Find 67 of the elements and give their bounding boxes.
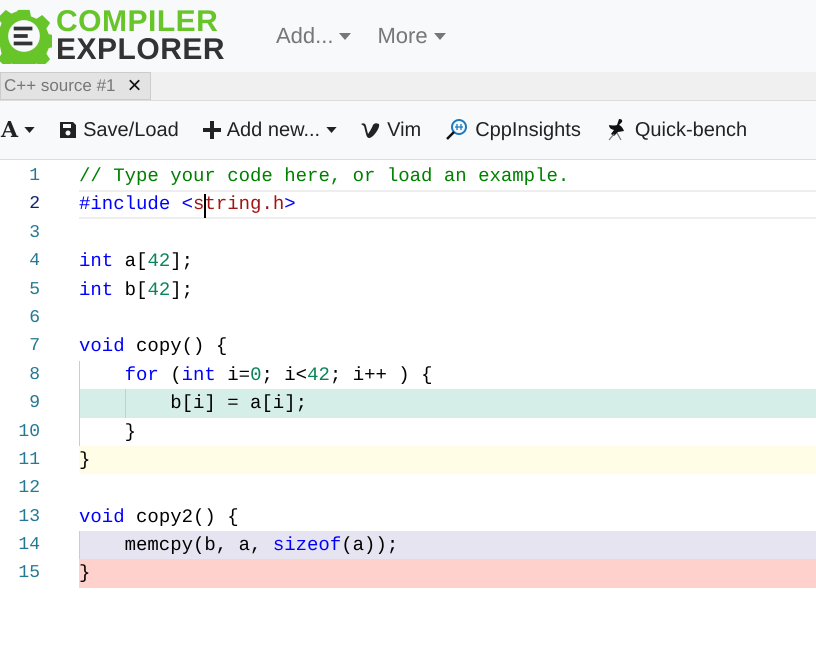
nav-dropdown[interactable]: More (367, 23, 456, 49)
line-number: 15 (17, 562, 40, 586)
code-text: for (124, 364, 159, 386)
code-text: tring.h (204, 193, 284, 216)
code-text: ; i< (261, 364, 308, 386)
code-text: copy() { (135, 335, 228, 358)
line-number: 12 (17, 477, 40, 500)
add-button[interactable]: Add new... (202, 116, 338, 144)
code-text: } (79, 448, 90, 471)
caret-icon (326, 127, 338, 133)
caret-icon (24, 127, 36, 133)
code-text: void (79, 506, 125, 528)
caret-icon (339, 32, 352, 40)
magnifier-icon (445, 118, 470, 142)
code-text: ; i++ ) { (330, 364, 433, 386)
insights-button[interactable]: CppInsights (444, 116, 582, 144)
code-text: 42 (147, 250, 170, 272)
line-number: 2 (28, 193, 40, 216)
plus-icon (202, 121, 221, 139)
line-number: 13 (17, 506, 40, 529)
code-text: < (182, 193, 194, 216)
close-icon[interactable]: × (128, 74, 142, 98)
bench-button[interactable]: Quick-bench (604, 116, 748, 144)
logo-title: COMPILER (56, 8, 220, 36)
code-text: int (182, 364, 216, 386)
code-text: ]; (170, 250, 194, 272)
logo-subtitle: EXPLORER (56, 36, 226, 64)
code-text: (a)); (341, 534, 398, 556)
code-text: } (124, 420, 136, 443)
line-number: 5 (28, 278, 40, 302)
code-text: int (79, 278, 114, 301)
line-number: 7 (28, 335, 40, 358)
code-comment: // Type your code here, or load an example. (79, 165, 570, 187)
code-text: a[ (124, 250, 148, 272)
line-number: 8 (28, 364, 40, 387)
line-number: 9 (28, 392, 40, 416)
nav-dropdown[interactable]: Add... (266, 23, 362, 49)
save-button[interactable]: Save/Load (58, 116, 180, 144)
line-number: 4 (28, 250, 40, 274)
code-text: } (79, 562, 90, 584)
code-text: s (193, 193, 204, 216)
line-number: 6 (28, 306, 40, 330)
code-text: memcpy(b, a, (124, 534, 262, 556)
code-text: 42 (147, 278, 170, 301)
code-text: 0 (250, 364, 262, 386)
line-number: 11 (17, 448, 40, 472)
code-text: void (79, 335, 125, 358)
line-number: 1 (28, 165, 40, 188)
font-size-dropdown[interactable]: A (0, 115, 36, 145)
code-text: copy2() { (135, 506, 239, 528)
v-logo-icon (361, 122, 382, 138)
editor-tab[interactable]: C++ source #1 × (0, 72, 151, 100)
code-text: i= (226, 364, 250, 386)
code-text: sizeof (272, 534, 342, 556)
code-text: b[i] = a[i]; (170, 392, 308, 414)
code-text: 42 (307, 364, 330, 386)
code-text: #include (79, 193, 172, 216)
line-number: 3 (28, 222, 40, 245)
line-number: 10 (17, 420, 40, 444)
code-text: int (79, 250, 114, 272)
line-number: 14 (17, 534, 40, 558)
caret-icon (434, 32, 446, 40)
code-text: b[ (124, 278, 148, 301)
code-text: > (284, 193, 296, 216)
vim-button[interactable]: Vim (360, 116, 422, 144)
code-text: ]; (170, 278, 194, 301)
code-text: ( (169, 364, 182, 386)
